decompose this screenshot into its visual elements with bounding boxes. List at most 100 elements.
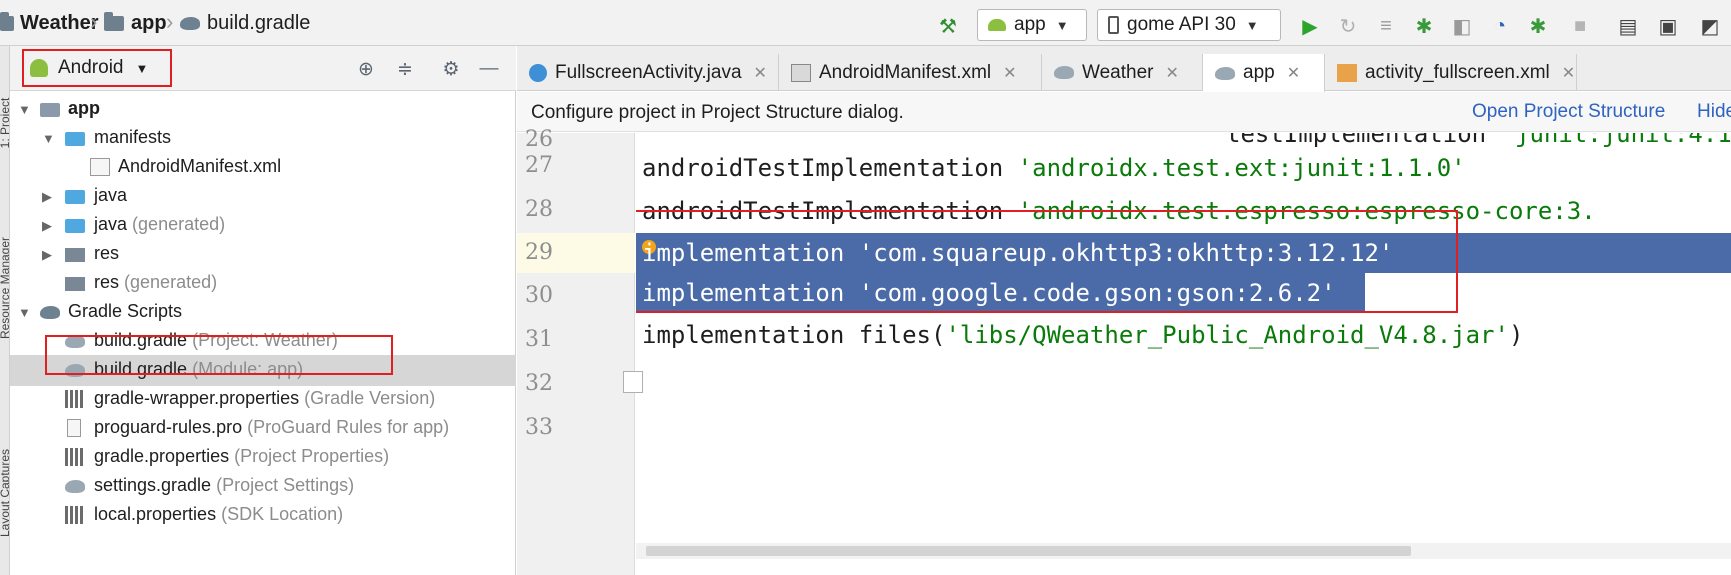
close-icon[interactable]: ✕: [1562, 63, 1575, 83]
avd-manager-icon[interactable]: ▣: [1656, 14, 1680, 38]
module-folder-icon: [40, 103, 60, 117]
gradle-icon: [40, 306, 60, 319]
sdk-manager-icon[interactable]: ▤: [1616, 14, 1640, 38]
android-icon: [30, 59, 48, 77]
expand-arrow-icon[interactable]: ▼: [42, 131, 55, 146]
locate-icon[interactable]: ⊕: [353, 56, 379, 82]
code-line-selected: implementation 'com.google.code.gson:gso…: [636, 273, 1365, 313]
tree-item-local-properties[interactable]: local.properties (SDK Location): [10, 500, 516, 531]
tree-item-java[interactable]: ▶ java: [10, 181, 516, 212]
tree-item-androidmanifest[interactable]: AndroidManifest.xml: [10, 152, 516, 183]
hide-icon[interactable]: —: [476, 56, 502, 82]
expand-arrow-icon[interactable]: ▼: [18, 305, 31, 320]
breadcrumb-item-app[interactable]: app: [104, 12, 167, 35]
layout-captures-tab[interactable]: Layout Captures: [0, 418, 9, 568]
tab-fullscreen-activity[interactable]: FullscreenActivity.java ✕: [517, 54, 779, 91]
tree-item-gradle-scripts[interactable]: ▼ Gradle Scripts: [10, 297, 516, 328]
apply-changes-icon[interactable]: ≡: [1374, 14, 1398, 38]
line-number: 33: [525, 415, 553, 440]
project-view-select[interactable]: Android ▼: [22, 49, 172, 87]
gradle-icon: [1054, 66, 1074, 79]
profile-icon[interactable]: ◧: [1450, 14, 1474, 38]
breadcrumb-item-build-gradle[interactable]: build.gradle: [180, 12, 310, 35]
code-line-selected: implementation 'com.squareup.okhttp3:okh…: [636, 233, 1731, 273]
collapse-all-icon[interactable]: ≑: [392, 56, 418, 82]
navigation-bar: Weather › app › build.gradle ⚒ app ▼ gom…: [0, 0, 1731, 46]
debug-icon[interactable]: ✱: [1412, 14, 1436, 38]
expand-arrow-icon[interactable]: ▶: [42, 218, 52, 234]
text-file-icon: [67, 419, 81, 437]
run-icon[interactable]: ▶: [1298, 14, 1322, 38]
tree-item-manifests[interactable]: ▼ manifests: [10, 123, 516, 154]
tree-item-app[interactable]: ▼ app: [10, 94, 516, 125]
line-number: 27: [525, 153, 553, 178]
tree-item-java-generated[interactable]: ▶ java (generated): [10, 210, 516, 241]
settings-icon[interactable]: ⚙: [438, 56, 464, 82]
run-config-select[interactable]: app ▼: [977, 9, 1087, 41]
gradle-icon: [65, 335, 85, 348]
layout-xml-icon: [1337, 63, 1357, 82]
expand-arrow-icon[interactable]: ▼: [18, 102, 31, 117]
project-tool-tab[interactable]: 1: Project: [0, 48, 9, 198]
scrollbar-thumb[interactable]: [646, 546, 1411, 556]
close-icon[interactable]: ✕: [1287, 63, 1300, 83]
breadcrumb-item-weather[interactable]: Weather: [0, 12, 99, 35]
code-line: androidTestImplementation 'androidx.test…: [642, 154, 1466, 182]
properties-file-icon: [65, 448, 85, 466]
line-number: 30: [525, 283, 553, 308]
open-project-structure-link[interactable]: Open Project Structure: [1472, 101, 1665, 123]
module-folder-icon: [104, 12, 124, 31]
resource-manager-tab[interactable]: Resource Manager: [0, 213, 9, 363]
gradle-icon: [180, 17, 200, 30]
close-icon[interactable]: ✕: [1165, 63, 1178, 83]
project-panel: Android ▼ ⊕ ≑ ⚙ — ▼ app ▼ manifests Andr…: [10, 46, 516, 575]
tree-item-build-gradle-module[interactable]: build.gradle (Module: app): [10, 355, 516, 386]
notification-banner: Configure project in Project Structure d…: [517, 92, 1731, 132]
close-icon[interactable]: ✕: [1003, 63, 1016, 83]
line-number: 26: [525, 127, 553, 152]
tree-item-gradle-wrapper-properties[interactable]: gradle-wrapper.properties (Gradle Versio…: [10, 384, 516, 415]
editor-area: FullscreenActivity.java ✕ AndroidManifes…: [517, 46, 1731, 575]
phone-icon: [1108, 16, 1119, 34]
tree-item-res[interactable]: ▶ res: [10, 239, 516, 270]
tree-item-gradle-properties[interactable]: gradle.properties (Project Properties): [10, 442, 516, 473]
expand-arrow-icon[interactable]: ▶: [42, 247, 52, 263]
breadcrumb-separator: ›: [90, 9, 98, 34]
code-line: }: [636, 357, 1731, 397]
gradle-icon: [65, 480, 85, 493]
device-select[interactable]: gome API 30 ▼: [1097, 9, 1281, 41]
line-number: 31: [525, 327, 553, 352]
tree-item-build-gradle-project[interactable]: build.gradle (Project: Weather): [10, 326, 516, 357]
properties-file-icon: [65, 390, 85, 408]
properties-file-icon: [65, 506, 85, 524]
close-icon[interactable]: ✕: [754, 63, 767, 83]
manifest-icon: [791, 63, 811, 82]
stop-icon[interactable]: ■: [1568, 14, 1592, 38]
tree-item-res-generated[interactable]: res (generated): [10, 268, 516, 299]
banner-message: Configure project in Project Structure d…: [531, 102, 904, 123]
horizontal-scrollbar[interactable]: [636, 543, 1731, 559]
gauge-icon[interactable]: ◔: [1488, 14, 1512, 38]
line-number: 28: [525, 197, 553, 222]
tab-app[interactable]: app ✕: [1203, 54, 1325, 92]
rerun-icon[interactable]: ↻: [1336, 14, 1360, 38]
hide-banner-link[interactable]: Hide: [1697, 101, 1731, 123]
device-file-explorer-icon[interactable]: ◩: [1698, 14, 1722, 38]
tab-weather[interactable]: Weather ✕: [1042, 54, 1203, 91]
tab-activity-fullscreen-xml[interactable]: activity_fullscreen.xml ✕: [1325, 54, 1577, 91]
editor-tab-bar: FullscreenActivity.java ✕ AndroidManifes…: [517, 46, 1731, 92]
tree-item-proguard-rules[interactable]: proguard-rules.pro (ProGuard Rules for a…: [10, 413, 516, 444]
tree-item-settings-gradle[interactable]: settings.gradle (Project Settings): [10, 471, 516, 502]
tab-androidmanifest[interactable]: AndroidManifest.xml ✕: [779, 54, 1042, 91]
attach-debugger-icon[interactable]: ✱: [1526, 14, 1550, 38]
manifest-file-icon: [90, 158, 110, 176]
line-number: 29: [525, 240, 553, 265]
folder-icon: [65, 190, 85, 204]
code-editor[interactable]: testImplementation 'junit:junit:4.12' an…: [636, 133, 1731, 575]
project-panel-header: Android ▼ ⊕ ≑ ⚙ —: [10, 46, 516, 91]
gradle-icon: [1215, 66, 1235, 80]
hammer-icon[interactable]: ⚒: [936, 14, 960, 38]
res-folder-icon: [65, 277, 85, 291]
expand-arrow-icon[interactable]: ▶: [42, 189, 52, 205]
code-line: implementation files('libs/QWeather_Publ…: [642, 321, 1524, 349]
